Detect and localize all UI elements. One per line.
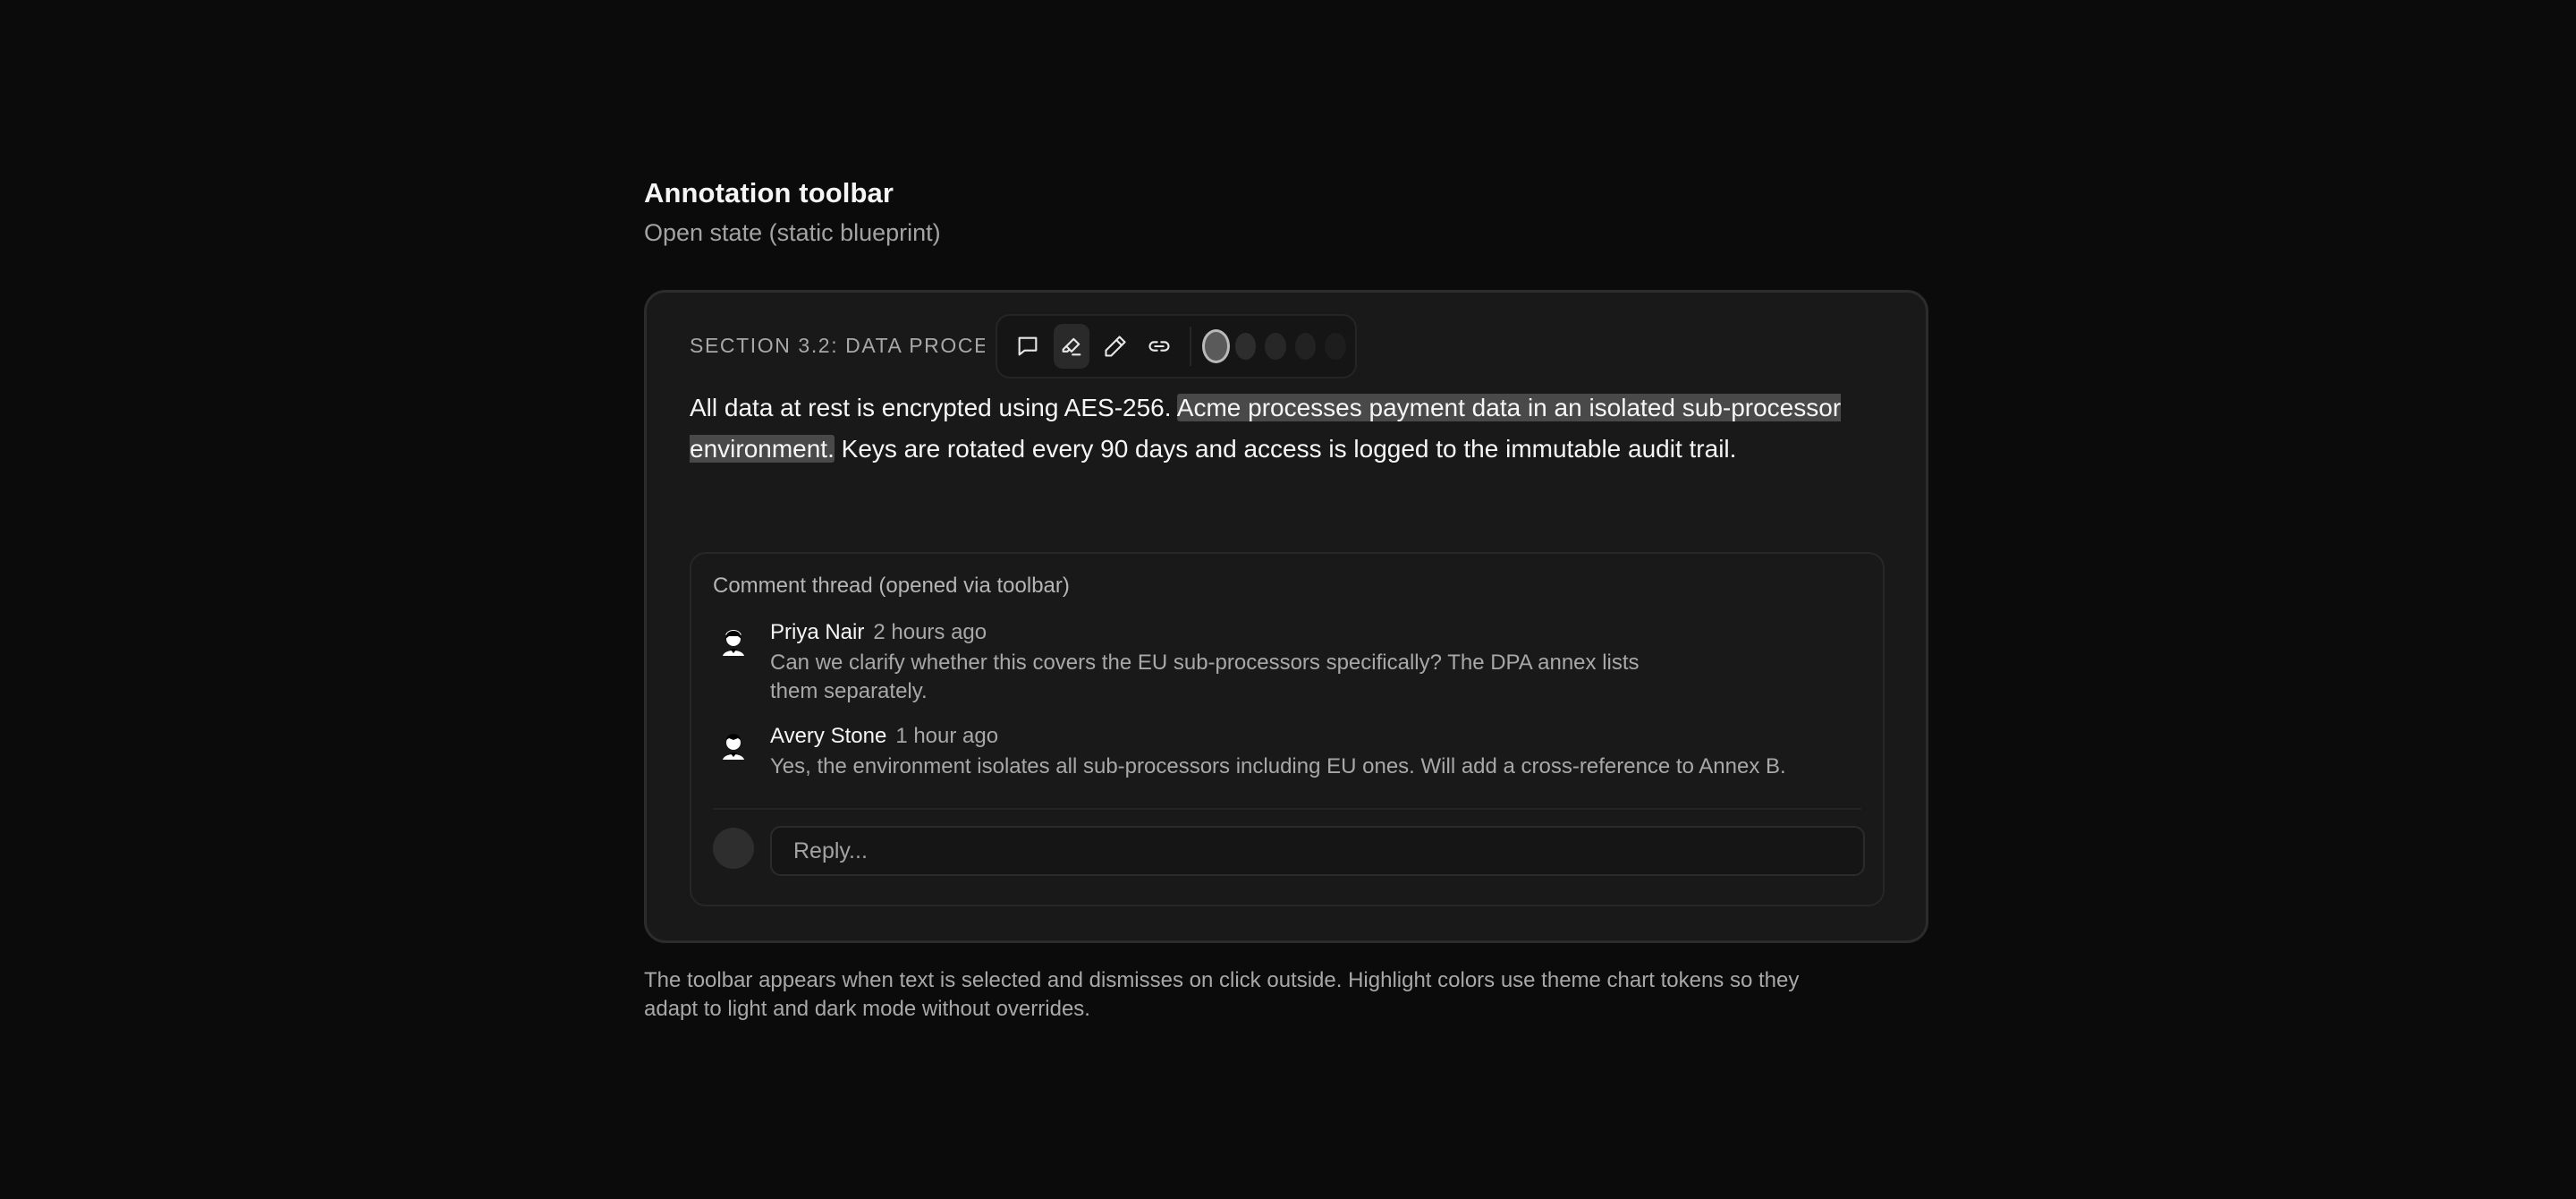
- comment-time: 2 hours ago: [873, 620, 987, 644]
- paragraph-text-rest: Keys are rotated every 90 days and acces…: [834, 435, 1737, 463]
- section-label: SECTION 3.2: DATA PROCESSING: [690, 334, 985, 357]
- color-swatch-5[interactable]: [1325, 333, 1347, 360]
- avatar-icon: [715, 727, 752, 765]
- highlight-button[interactable]: [1054, 324, 1089, 369]
- link-button[interactable]: [1142, 324, 1177, 369]
- current-user-avatar: [713, 828, 754, 869]
- comment-body: Can we clarify whether this covers the E…: [770, 649, 1640, 706]
- annotation-demo: Annotation toolbar Open state (static bl…: [644, 175, 1932, 1021]
- document-card: SECTION 3.2: DATA PROCESSING: [644, 290, 1928, 943]
- comment-body-line: Can we clarify whether this covers the E…: [770, 651, 1640, 675]
- avatar-icon: [715, 624, 752, 661]
- page-subtitle: Open state (static blueprint): [644, 219, 941, 246]
- color-swatch-4[interactable]: [1294, 333, 1317, 360]
- footnote-line: adapt to light and dark mode without ove…: [644, 997, 1090, 1021]
- page-title: Annotation toolbar: [644, 177, 894, 208]
- paragraph-text: All data at rest is encrypted using AES-…: [690, 394, 1177, 421]
- comment-body-line: Yes, the environment isolates all sub-pr…: [770, 754, 1786, 778]
- color-swatch-1[interactable]: [1201, 329, 1230, 363]
- highlighter-icon: [1062, 337, 1081, 356]
- comment-body: Yes, the environment isolates all sub-pr…: [770, 753, 1786, 781]
- comment-header: Priya Nair 2 hours ago: [770, 618, 987, 647]
- comment-body-line: them separately.: [770, 679, 928, 703]
- comment-button[interactable]: [1010, 324, 1045, 369]
- color-swatch-3[interactable]: [1265, 333, 1286, 360]
- comment-time: 1 hour ago: [895, 724, 999, 748]
- link-icon: [1148, 341, 1170, 352]
- reply-input[interactable]: [770, 826, 1865, 876]
- toolbar-divider: [1190, 327, 1191, 366]
- comment-icon: [1018, 336, 1038, 356]
- thread-title: Comment thread (opened via toolbar): [713, 574, 1070, 598]
- comment-author: Avery Stone: [770, 724, 887, 748]
- pencil-icon: [1105, 336, 1126, 357]
- document-paragraph: All data at rest is encrypted using AES-…: [690, 387, 1897, 470]
- color-swatch-2[interactable]: [1234, 333, 1257, 360]
- annotation-toolbar: [996, 314, 1357, 378]
- thread-divider: [713, 808, 1861, 810]
- comment-header: Avery Stone 1 hour ago: [770, 722, 998, 751]
- draw-button[interactable]: [1098, 324, 1133, 369]
- footnote-line: The toolbar appears when text is selecte…: [644, 968, 1800, 992]
- comment-author: Priya Nair: [770, 620, 865, 644]
- comment-thread: Comment thread (opened via toolbar) Priy…: [690, 552, 1885, 906]
- footnote: The toolbar appears when text is selecte…: [644, 966, 1928, 1024]
